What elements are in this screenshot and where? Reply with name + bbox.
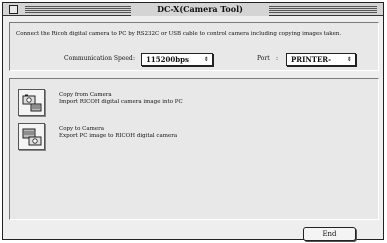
camera-tool-window: DC-X(Camera Tool) Connect the Ricoh digi…	[2, 2, 384, 241]
connection-settings-panel: Connect the Ricoh digital camera to PC b…	[9, 22, 379, 71]
close-box-icon[interactable]	[9, 5, 18, 14]
camera-to-pc-icon	[22, 94, 42, 112]
port-value: PRINTER-	[291, 55, 332, 64]
title-bar[interactable]: DC-X(Camera Tool)	[3, 3, 383, 16]
port-popup[interactable]: PRINTER- ⇕	[286, 53, 356, 66]
copy-from-camera-subtitle: Import RICOH digital camera image into P…	[59, 99, 183, 105]
port-label: Port	[257, 55, 270, 62]
communication-speed-value: 115200bps	[146, 55, 189, 64]
end-button[interactable]: End	[303, 227, 356, 241]
title-bar-stripes-right	[269, 6, 377, 13]
copy-from-camera-button[interactable]	[18, 89, 45, 116]
pc-to-camera-icon	[22, 128, 42, 146]
copy-to-camera-title: Copy to Camera	[59, 126, 105, 132]
connection-description: Connect the Ricoh digital camera to PC b…	[16, 31, 342, 37]
copy-to-camera-subtitle: Export PC image to RICOH digital camera	[59, 133, 178, 139]
communication-speed-popup[interactable]: 115200bps ⇕	[141, 53, 213, 66]
title-bar-stripes-left	[25, 6, 131, 13]
up-down-arrow-icon: ⇕	[203, 56, 209, 63]
label-colon: :	[133, 55, 136, 62]
window-title: DC-X(Camera Tool)	[131, 3, 269, 16]
copy-to-camera-button[interactable]	[18, 123, 45, 150]
label-colon: :	[276, 55, 279, 62]
up-down-arrow-icon: ⇕	[346, 56, 352, 63]
copy-from-camera-title: Copy from Camera	[59, 92, 112, 98]
actions-panel: Copy from Camera Import RICOH digital ca…	[9, 78, 379, 220]
communication-speed-label: Communication Speed	[64, 55, 133, 62]
